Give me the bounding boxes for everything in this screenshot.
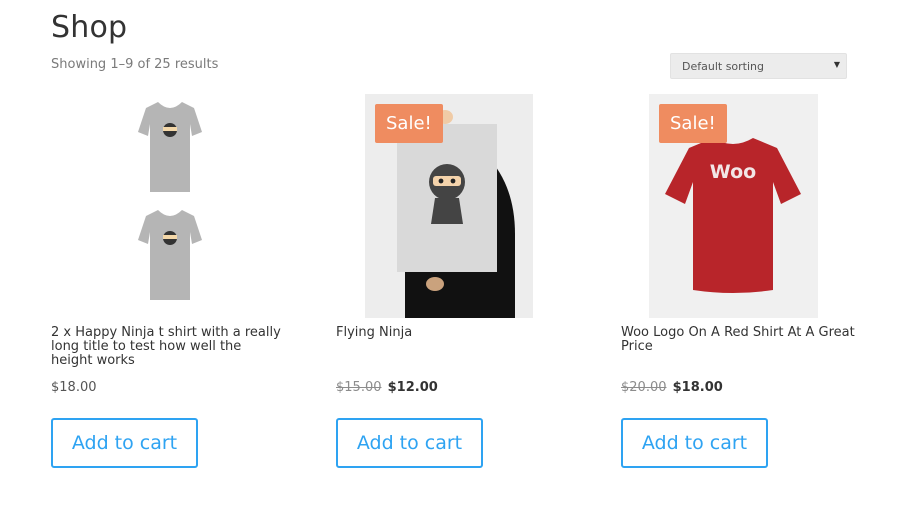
product-image[interactable]: Sale!: [365, 94, 533, 318]
sale-badge: Sale!: [375, 104, 443, 143]
product-price: $15.00 $12.00: [336, 380, 438, 395]
price-original: $15.00: [336, 380, 382, 395]
price-current: $18.00: [51, 380, 97, 395]
product-title[interactable]: Woo Logo On A Red Shirt At A Great Price: [621, 326, 856, 354]
chevron-down-icon: ▼: [833, 60, 840, 69]
sale-badge: Sale!: [659, 104, 727, 143]
sort-selected-label: Default sorting: [682, 60, 764, 73]
product-price: $18.00: [51, 380, 97, 395]
price-current: $12.00: [387, 380, 438, 395]
product-price: $20.00 $18.00: [621, 380, 723, 395]
price-current: $18.00: [672, 380, 723, 395]
sort-dropdown[interactable]: Default sorting ▼: [670, 53, 847, 79]
product-title[interactable]: Flying Ninja: [336, 326, 571, 340]
product-image[interactable]: Woo Sale!: [649, 94, 818, 318]
add-to-cart-button[interactable]: Add to cart: [621, 418, 768, 468]
page-title: Shop: [51, 10, 128, 45]
add-to-cart-button[interactable]: Add to cart: [51, 418, 198, 468]
product-image[interactable]: [108, 94, 220, 318]
price-original: $20.00: [621, 380, 667, 395]
result-count: Showing 1–9 of 25 results: [51, 57, 219, 72]
svg-text:Woo: Woo: [710, 161, 756, 183]
tshirt-image: [138, 102, 202, 300]
add-to-cart-button[interactable]: Add to cart: [336, 418, 483, 468]
product-title[interactable]: 2 x Happy Ninja t shirt with a really lo…: [51, 326, 286, 368]
